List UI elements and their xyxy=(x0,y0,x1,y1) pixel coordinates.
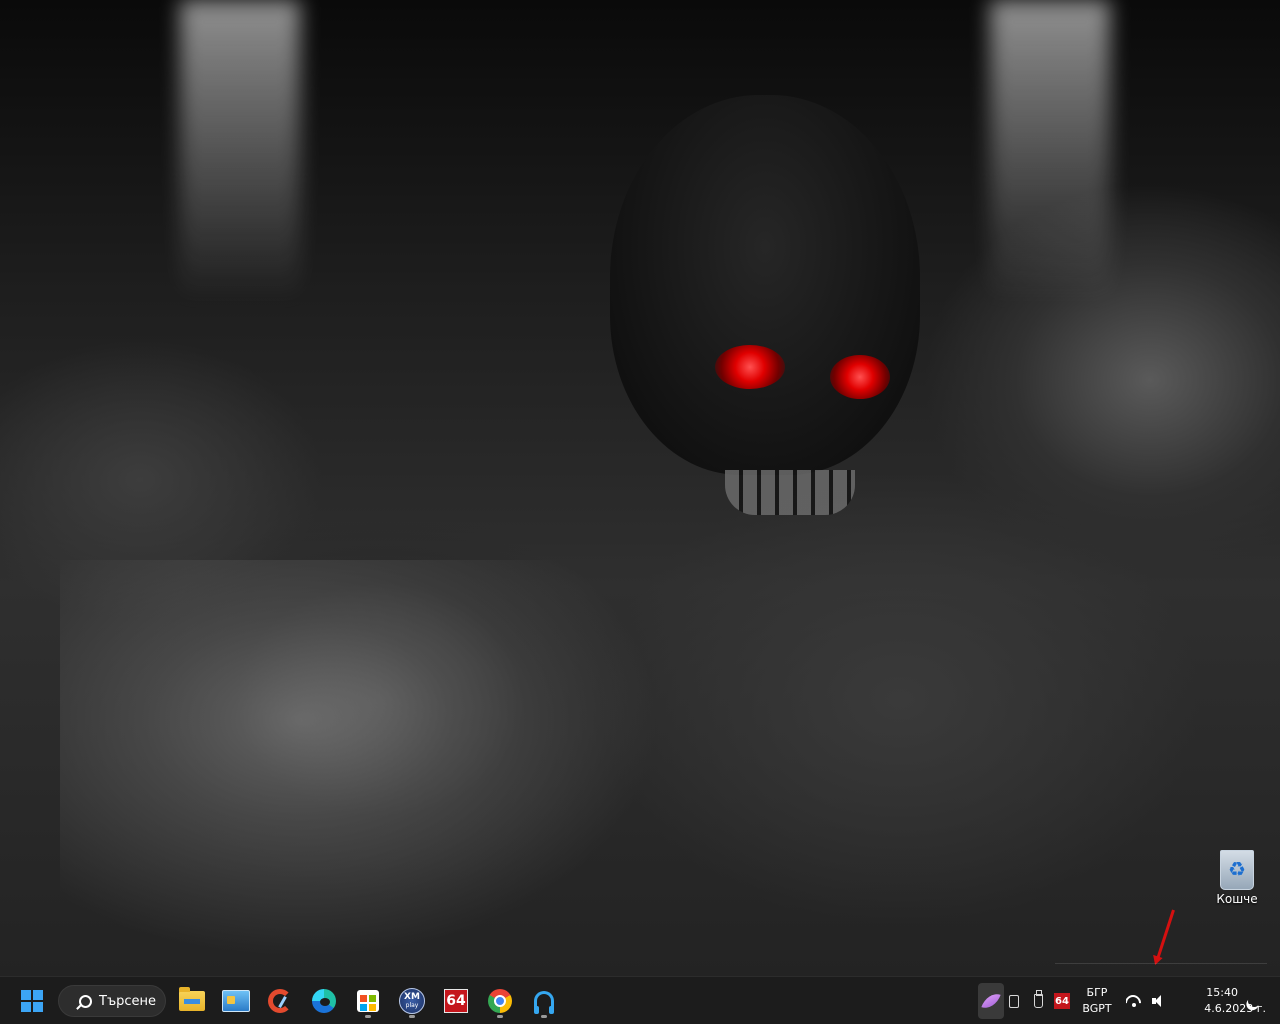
wallpaper-eye-left xyxy=(715,345,785,389)
desktop-icon-label: Кошче xyxy=(1216,892,1258,906)
search-label: Търсене xyxy=(99,993,157,1009)
taskbar-search-button[interactable]: Търсене xyxy=(58,985,166,1017)
wallpaper-light-beam-right xyxy=(990,0,1110,300)
tray-feather-app[interactable] xyxy=(978,983,1004,1019)
taskbar-app-ccleaner[interactable] xyxy=(262,983,298,1019)
recycle-bin-icon xyxy=(1220,850,1254,890)
quick-settings-button[interactable] xyxy=(1120,983,1172,1019)
taskbar-app-file-explorer[interactable] xyxy=(174,983,210,1019)
wallpaper-light-beam-left xyxy=(180,0,300,300)
feather-icon xyxy=(981,990,1001,1012)
taskbar-app-headset[interactable] xyxy=(526,983,562,1019)
input-language-indicator[interactable]: БГР BGPT xyxy=(1078,985,1116,1017)
xmplay-icon-text: XM xyxy=(404,992,420,1002)
taskbar-app-control-panel[interactable] xyxy=(218,983,254,1019)
volume-icon xyxy=(1152,995,1166,1007)
tray-usb[interactable] xyxy=(1030,983,1046,1019)
xmplay-icon-subtext: play xyxy=(405,1002,419,1009)
taskbar-app-chrome[interactable] xyxy=(482,983,518,1019)
keyboard-layout: BGPT xyxy=(1082,1002,1112,1015)
annotation-arrow xyxy=(1156,909,1175,960)
store-icon xyxy=(357,990,379,1012)
wifi-icon xyxy=(1126,995,1142,1007)
desktop-icon-recycle-bin[interactable]: Кошче xyxy=(1210,846,1264,906)
wallpaper-teeth xyxy=(725,470,855,515)
tablet-icon xyxy=(1009,994,1019,1008)
wallpaper-eye-right xyxy=(830,355,890,399)
running-indicator xyxy=(409,1015,415,1018)
annotation-underline xyxy=(1055,963,1267,964)
tray-aida64[interactable]: 64 xyxy=(1052,983,1072,1019)
ccleaner-icon xyxy=(268,989,292,1013)
taskbar: Търсене XM play 64 64 БГР BGPT 15:40 4.6… xyxy=(0,976,1280,1024)
edge-icon xyxy=(312,989,336,1013)
windows-logo-icon xyxy=(21,990,43,1012)
focus-assist-button[interactable] xyxy=(1244,983,1264,1019)
taskbar-app-xmplay[interactable]: XM play xyxy=(394,983,430,1019)
wallpaper-skeletal-hand xyxy=(60,560,660,960)
wallpaper-skull xyxy=(610,95,920,475)
xmplay-icon: XM play xyxy=(399,988,425,1014)
chrome-icon xyxy=(488,989,512,1013)
taskbar-app-aida64[interactable]: 64 xyxy=(438,983,474,1019)
tray-tablet[interactable] xyxy=(1006,983,1022,1019)
headset-icon xyxy=(534,991,554,1014)
aida64-tray-icon: 64 xyxy=(1054,993,1070,1009)
running-indicator xyxy=(365,1015,371,1018)
folder-icon xyxy=(179,987,205,1011)
language-code: БГР xyxy=(1086,986,1108,999)
search-icon xyxy=(79,994,92,1008)
running-indicator xyxy=(497,1015,503,1018)
aida64-icon: 64 xyxy=(444,989,468,1013)
running-indicator xyxy=(541,1015,547,1018)
desktop-wallpaper: Кошче xyxy=(0,0,1280,976)
taskbar-app-microsoft-store[interactable] xyxy=(350,983,386,1019)
usb-icon xyxy=(1033,990,1043,1008)
moon-icon xyxy=(1246,993,1262,1009)
start-button[interactable] xyxy=(14,983,50,1019)
control-panel-icon xyxy=(222,990,250,1012)
taskbar-app-edge[interactable] xyxy=(306,983,342,1019)
